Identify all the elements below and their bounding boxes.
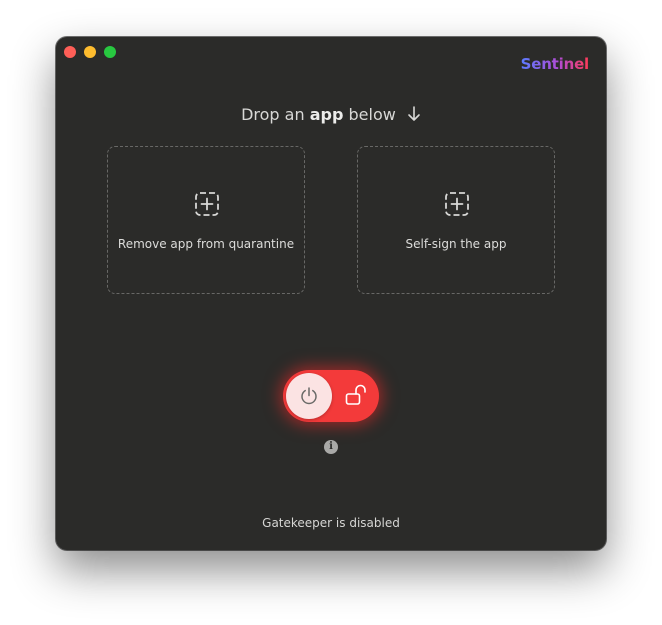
drop-instruction: Drop an app below: [56, 105, 606, 128]
instruction-prefix: Drop an: [241, 105, 305, 124]
window-minimize-button[interactable]: [84, 46, 96, 58]
gatekeeper-status: Gatekeeper is disabled: [262, 516, 400, 530]
quarantine-drop-label: Remove app from quarantine: [117, 237, 295, 251]
toggle-knob[interactable]: [286, 373, 332, 419]
info-icon[interactable]: i: [324, 440, 338, 454]
add-square-icon: [445, 192, 469, 216]
self-sign-drop-label: Self-sign the app: [405, 237, 507, 251]
gatekeeper-toggle[interactable]: [283, 370, 379, 422]
instruction-suffix: below: [348, 105, 396, 124]
arrow-down-icon: [407, 105, 421, 128]
window-zoom-button[interactable]: [104, 46, 116, 58]
power-icon: [301, 387, 317, 405]
self-sign-drop-zone[interactable]: Self-sign the app: [357, 146, 555, 294]
window-close-button[interactable]: [64, 46, 76, 58]
add-square-icon: [195, 192, 219, 216]
app-window: Sentinel Drop an app below Remove app fr…: [56, 37, 606, 550]
instruction-emphasis: app: [309, 105, 344, 124]
unlock-icon: [345, 384, 366, 405]
app-title: Sentinel: [520, 55, 590, 73]
quarantine-drop-zone[interactable]: Remove app from quarantine: [107, 146, 305, 294]
